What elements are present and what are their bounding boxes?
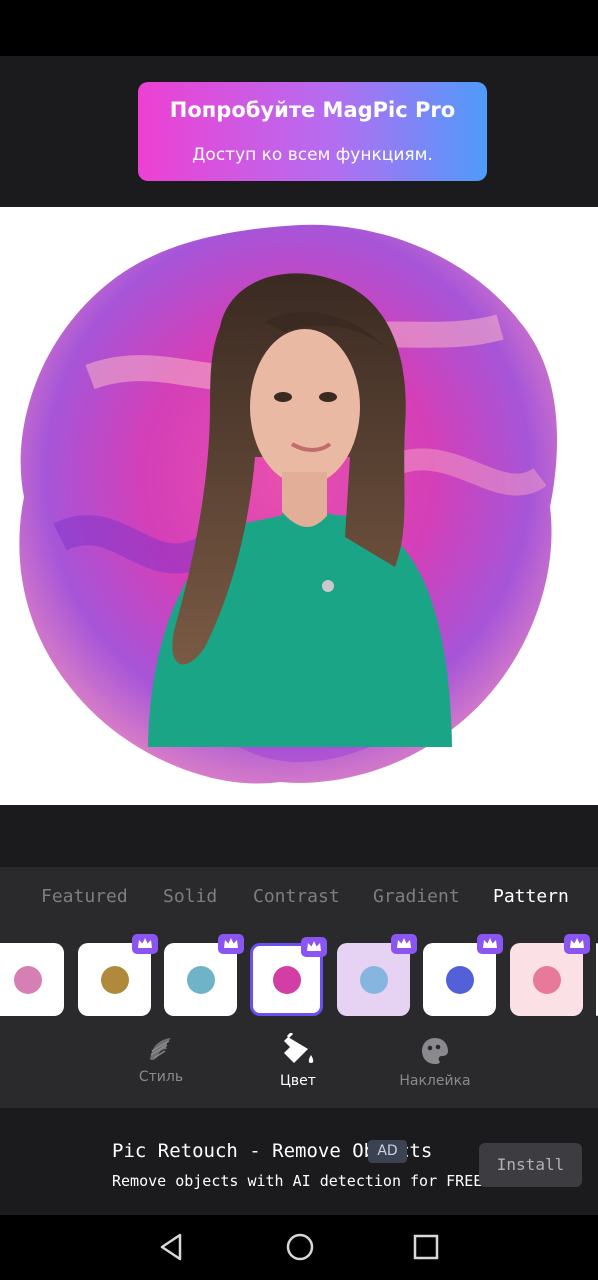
face [250,329,360,485]
crown-icon [301,937,327,957]
pattern-swatch [532,965,561,994]
pattern-thumb-6[interactable] [423,934,503,1016]
pro-banner-subtitle: Доступ ко всем функциям. [192,145,433,165]
install-button[interactable]: Install [479,1143,582,1187]
crown-icon [132,934,158,954]
tab-pattern[interactable]: Pattern [493,886,569,907]
pattern-thumb-4-selected[interactable] [250,937,327,1016]
tab-contrast[interactable]: Contrast [253,886,340,907]
pattern-swatch [359,965,388,994]
tab-featured[interactable]: Featured [41,886,128,907]
edited-photo [19,224,558,784]
recents-icon[interactable] [410,1231,442,1263]
pattern-swatch [186,965,215,994]
tool-sticker[interactable]: Наклейка [385,1033,485,1089]
pattern-thumb-7[interactable] [510,934,590,1016]
pro-upgrade-banner[interactable]: Попробуйте MagPic Pro Доступ ко всем фун… [138,82,487,181]
crown-icon [564,934,590,954]
crown-icon [391,934,417,954]
ad-badge: AD [368,1140,407,1163]
pattern-thumb-5[interactable] [337,934,417,1016]
paint-bucket-icon [284,1031,314,1063]
tool-style[interactable]: Стиль [111,1033,211,1085]
canvas-spacer [0,805,598,867]
pro-banner-title: Попробуйте MagPic Pro [169,98,456,122]
pattern-swatch [13,965,42,994]
tab-solid[interactable]: Solid [163,886,217,907]
status-bar [0,0,598,56]
ad-subtitle: Remove objects with AI detection for FRE… [112,1172,492,1190]
pattern-swatch [445,965,474,994]
sticker-icon [422,1038,448,1064]
pattern-thumb-2[interactable] [78,934,158,1016]
tool-color-label: Цвет [280,1073,316,1089]
back-icon[interactable] [156,1231,188,1263]
pattern-thumb-3[interactable] [164,934,244,1016]
brush-icon [150,1038,171,1061]
crown-icon [477,934,503,954]
tool-color[interactable]: Цвет [248,1031,348,1089]
home-icon[interactable] [284,1231,316,1263]
pattern-thumb-1[interactable] [0,943,64,1016]
pattern-swatch [100,965,129,994]
tab-gradient[interactable]: Gradient [373,886,460,907]
crown-icon [218,934,244,954]
tool-sticker-label: Наклейка [399,1073,471,1089]
pattern-swatch [272,965,301,994]
tool-style-label: Стиль [138,1069,184,1085]
photo-canvas[interactable] [0,207,598,805]
